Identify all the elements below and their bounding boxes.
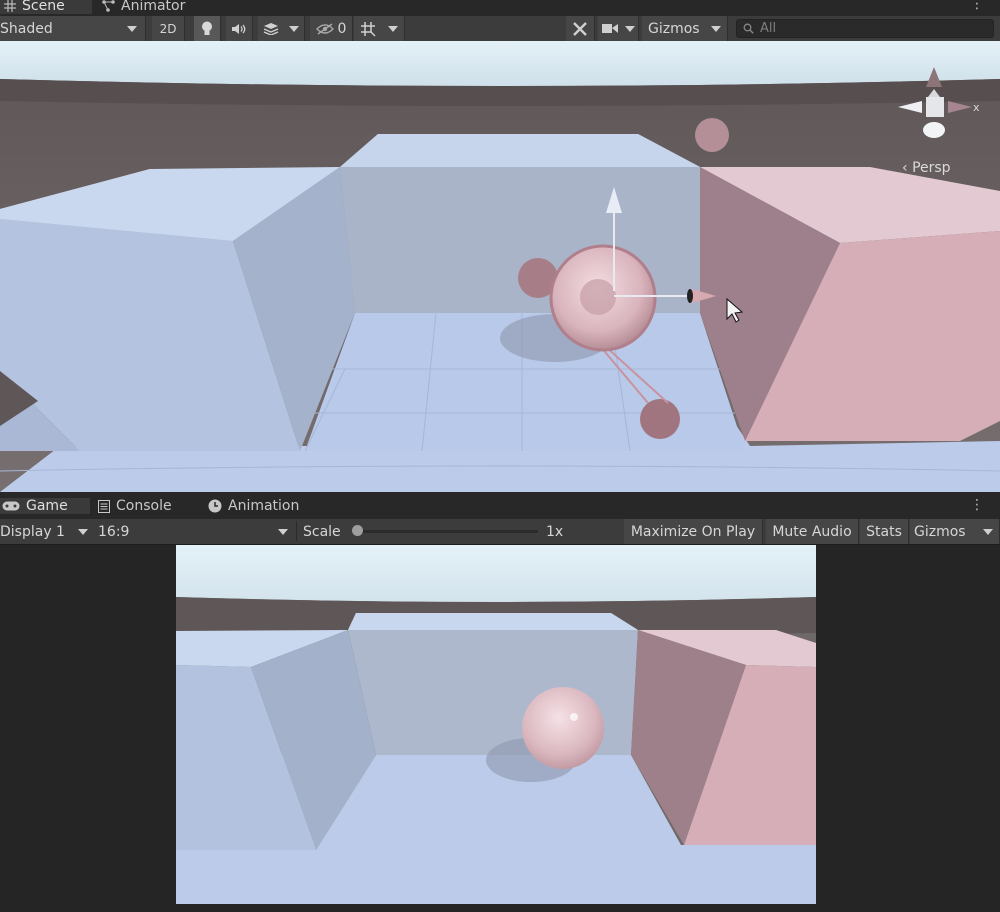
- game-tab-bar: Game Console Animation ⋮: [0, 498, 1000, 516]
- lighting-toggle[interactable]: [194, 16, 221, 41]
- speaker-icon: [231, 23, 247, 35]
- layers-icon: [263, 22, 279, 35]
- chevron-down-icon: [983, 528, 993, 535]
- grid-snap-icon: [360, 21, 376, 37]
- tab-animation[interactable]: Animation: [208, 498, 299, 514]
- gizmos-dropdown[interactable]: Gizmos: [642, 16, 728, 41]
- gizmos-label: Gizmos: [648, 20, 700, 37]
- display-dropdown[interactable]: Display 1: [0, 519, 92, 544]
- scale-slider[interactable]: [354, 530, 538, 533]
- chevron-down-icon: [127, 25, 137, 32]
- tab-game-label: Game: [26, 498, 68, 514]
- mute-audio-toggle[interactable]: Mute Audio: [766, 519, 859, 544]
- tab-scene-label: Scene: [22, 0, 65, 14]
- maximize-on-play-toggle[interactable]: Maximize On Play: [624, 519, 763, 544]
- toolbar-divider: [296, 521, 297, 541]
- scene-render: x: [0, 41, 1000, 492]
- chevron-down-icon: [78, 528, 88, 535]
- scene-more-icon[interactable]: ⋮: [970, 0, 984, 11]
- maximize-label: Maximize On Play: [630, 523, 756, 540]
- draw-mode-label: Shaded: [0, 20, 53, 37]
- scale-value: 1x: [546, 523, 564, 540]
- hierarchy-search-input[interactable]: All: [736, 19, 994, 38]
- tab-console-label: Console: [116, 498, 172, 514]
- camera-icon: [601, 23, 618, 34]
- projection-toggle[interactable]: ‹ Persp: [902, 160, 951, 176]
- chevron-down-icon: [278, 528, 288, 535]
- game-more-icon[interactable]: ⋮: [970, 498, 984, 512]
- mute-label: Mute Audio: [772, 523, 852, 540]
- chevron-down-icon: [289, 25, 299, 32]
- search-icon: [743, 23, 754, 34]
- stats-label: Stats: [866, 523, 902, 540]
- game-toolbar: Display 1 16:9 Scale 1x Maximize On Play…: [0, 519, 1000, 545]
- chevron-down-icon: [711, 25, 721, 32]
- console-icon: [98, 499, 110, 513]
- scene-toolbar: Shaded 2D 0 Gizmos All: [0, 16, 1000, 42]
- toggle-2d-button[interactable]: 2D: [152, 16, 185, 41]
- camera-dropdown[interactable]: [598, 16, 639, 41]
- draw-mode-dropdown[interactable]: Shaded: [0, 16, 146, 41]
- lightbulb-icon: [201, 21, 213, 36]
- game-view[interactable]: [0, 545, 1000, 912]
- hidden-eye-icon: [315, 22, 334, 35]
- hidden-count: 0: [337, 20, 347, 37]
- game-gizmos-label: Gizmos: [914, 523, 966, 540]
- tab-animator[interactable]: Animator: [102, 0, 185, 14]
- scale-slider-handle[interactable]: [352, 525, 363, 536]
- scene-visibility-toggle[interactable]: 0: [310, 16, 353, 41]
- clock-icon: [208, 499, 222, 513]
- game-render-image: [176, 545, 816, 904]
- audio-toggle[interactable]: [226, 16, 253, 41]
- gamepad-icon: [2, 501, 20, 511]
- stats-toggle[interactable]: Stats: [860, 519, 909, 544]
- scene-viewport[interactable]: x ‹ Persp: [0, 41, 1000, 492]
- game-render: [176, 545, 816, 904]
- aspect-dropdown[interactable]: 16:9: [98, 519, 292, 544]
- toggle-2d-label: 2D: [159, 21, 177, 36]
- gizmo-x-label: x: [973, 101, 980, 114]
- display-label: Display 1: [0, 523, 65, 540]
- game-gizmos-dropdown[interactable]: Gizmos: [910, 519, 1000, 544]
- chevron-down-icon: [388, 25, 398, 32]
- scale-label: Scale: [303, 523, 341, 540]
- animator-icon: [102, 0, 115, 12]
- scene-tab-bar: Scene Animator ⋮: [0, 0, 1000, 14]
- aspect-label: 16:9: [98, 523, 130, 540]
- tab-scene[interactable]: Scene: [0, 0, 92, 14]
- chevron-down-icon: [624, 25, 635, 32]
- tools-icon: [572, 21, 588, 37]
- projection-icon: ‹: [902, 160, 908, 176]
- tab-animator-label: Animator: [121, 0, 186, 14]
- tab-game[interactable]: Game: [0, 498, 90, 514]
- grid-icon: [4, 0, 16, 12]
- tab-console[interactable]: Console: [98, 498, 172, 514]
- tab-animation-label: Animation: [228, 498, 300, 514]
- grid-snapping-dropdown[interactable]: [354, 16, 405, 41]
- effects-dropdown[interactable]: [258, 16, 305, 41]
- projection-label: Persp: [912, 160, 951, 176]
- tools-toggle[interactable]: [566, 16, 595, 41]
- search-placeholder: All: [760, 21, 777, 36]
